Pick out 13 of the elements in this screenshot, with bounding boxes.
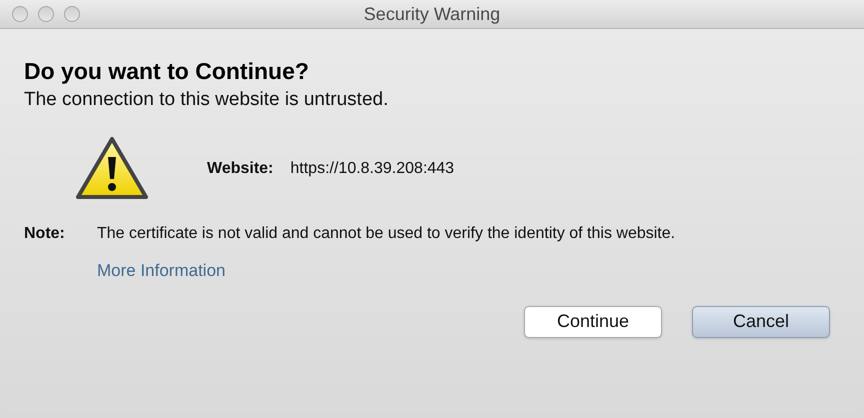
website-label: Website: — [207, 159, 274, 179]
note-label: Note: — [24, 224, 66, 244]
note-text: The certificate is not valid and cannot be used to verify the identity of this website. — [97, 224, 676, 244]
window-control-icon[interactable] — [38, 6, 54, 22]
dialog-button[interactable]: Continue — [524, 306, 662, 338]
window-title: Security Warning — [364, 2, 500, 26]
window-control-icon[interactable] — [64, 6, 80, 22]
more-information-link[interactable]: More Information — [97, 258, 226, 284]
dialog-button[interactable]: Cancel — [692, 306, 830, 338]
window-control-icon[interactable] — [12, 6, 28, 22]
website-url: https://10.8.39.208:443 — [290, 159, 454, 179]
dialog-subtitle: The connection to this website is untrusted. — [24, 88, 390, 112]
dialog-heading: Do you want to Continue? — [24, 57, 310, 85]
